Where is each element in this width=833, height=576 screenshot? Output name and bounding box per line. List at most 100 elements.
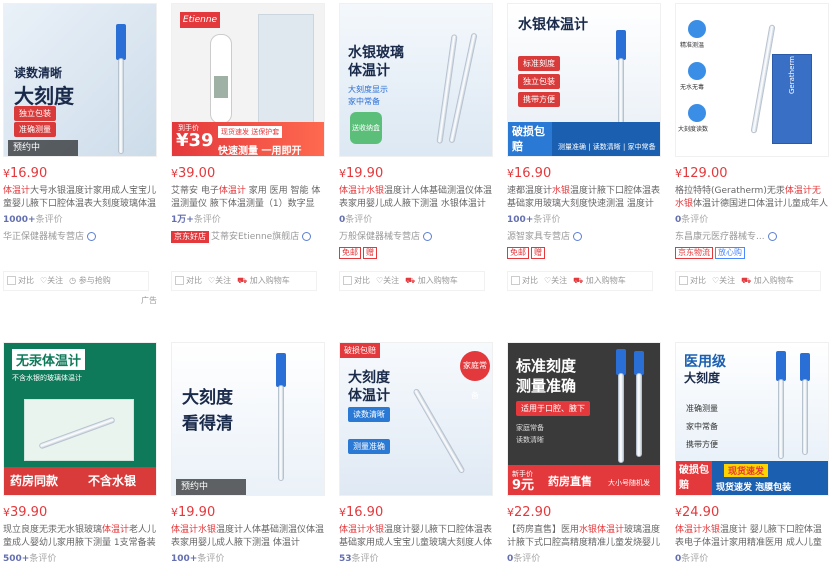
product-card: 大刻度 看得清 预约中 ¥19.90 体温计水银温度计人体基础测温仪体温表家用婴…	[171, 342, 331, 566]
gift-tag: 赠	[363, 247, 377, 259]
follow-button[interactable]: ♡关注	[205, 272, 234, 290]
product-image[interactable]: 水银体温计 标准刻度 独立包装 携带方便 破损包赔 测量准确 | 读数清晰 | …	[507, 3, 661, 157]
operation-bar: 对比 ♡关注 ⛟ 加入购物车	[507, 271, 653, 291]
compare-button[interactable]: 对比	[676, 272, 709, 290]
product-image[interactable]: 大刻度 看得清 预约中	[171, 342, 325, 496]
good-shop-badge: 京东好店	[171, 231, 209, 243]
cart-icon: ⛟	[237, 276, 248, 285]
compare-button[interactable]: 对比	[508, 272, 541, 290]
operation-bar: 对比 ♡关注 ◷ 参与抢购	[3, 271, 149, 291]
product-image[interactable]: 破损包赔 大刻度 体温计 读数清晰 测量准确 家庭常备	[339, 342, 493, 496]
review-count[interactable]: 1000+条评价	[3, 214, 163, 227]
product-image[interactable]: Etienne 到手价 ¥39 现货速发 送保护套 快速测量 一用即开	[171, 3, 325, 157]
product-image[interactable]: 标准刻度 测量准确 适用于口腔、腋下 家庭常备 读数清晰 新手价 9元 药房直售…	[507, 342, 661, 496]
add-to-cart-button[interactable]: ⛟ 加入购物车	[234, 272, 293, 290]
product-image[interactable]: 读数清晰 大刻度 独立包装 准确测量 预约中	[3, 3, 157, 157]
product-image[interactable]: 精准测温 无水无毒 大刻度读数 Geratherm	[675, 3, 829, 157]
product-title[interactable]: 体温计水银温度计人体基础测温仪体温表家用婴儿成人腋下测温 水银体温计 体温	[339, 185, 493, 211]
shop-name[interactable]: 源智家具专营店	[507, 231, 667, 244]
image-text: 现货速发 泡膜包装	[716, 483, 792, 493]
product-price: ¥16.90	[3, 166, 48, 181]
add-to-cart-button[interactable]: ⛟ 加入购物车	[402, 272, 461, 290]
image-text: 9元	[512, 478, 535, 493]
product-price: ¥19.90	[171, 505, 216, 520]
product-title[interactable]: 【药房直售】医用水银体温计玻璃温度计腋下式口腔高精度精准儿童发烧婴儿大家	[507, 524, 661, 550]
brand-logo: Etienne	[180, 12, 220, 28]
product-image[interactable]: 医用级 大刻度 准确测量 家中常备 携带方便 破损包赔 现货速发 现货速发 泡膜…	[675, 342, 829, 496]
image-text: 独立包装	[14, 106, 56, 121]
clock-icon: ◷	[69, 276, 77, 285]
product-title[interactable]: 速都温度计水银温度计腋下口腔体温表基础家用玻璃大刻度快速测温 温度计【35-	[507, 185, 661, 211]
image-text: 独立包装	[518, 74, 560, 89]
product-card: Etienne 到手价 ¥39 现货速发 送保护套 快速测量 一用即开 ¥39.…	[171, 3, 331, 291]
image-text: 无汞体温计	[12, 349, 86, 370]
image-text: 大刻度	[182, 388, 233, 408]
shop-name[interactable]: 万般保健器械专营店	[339, 231, 499, 244]
product-title[interactable]: 体温计大号水银温度计家用成人宝宝儿童婴儿腋下口腔体温表大刻度玻璃体温表快	[3, 185, 157, 211]
product-card: 标准刻度 测量准确 适用于口腔、腋下 家庭常备 读数清晰 新手价 9元 药房直售…	[507, 342, 667, 566]
product-price: ¥22.90	[507, 505, 552, 520]
product-card: 无汞体温计 不含水银的玻璃体温计 药房同款 不含水银 ¥39.90 现立良度无汞…	[3, 342, 163, 566]
image-text: 快速测量 一用即开	[218, 146, 302, 157]
chat-icon[interactable]	[423, 232, 433, 241]
cart-icon: ⛟	[405, 276, 416, 285]
product-grid: 读数清晰 大刻度 独立包装 准确测量 预约中 ¥16.90 体温计大号水银温度计…	[0, 0, 833, 576]
product-title[interactable]: 格拉特特(Geratherm)无汞体温计无水银体温计德国进口体温计儿童成年人家	[675, 185, 829, 211]
compare-button[interactable]: 对比	[172, 272, 205, 290]
review-count[interactable]: 0条评价	[339, 214, 499, 227]
image-text: 测量准确	[348, 439, 390, 454]
product-image[interactable]: 无汞体温计 不含水银的玻璃体温计 药房同款 不含水银	[3, 342, 157, 496]
image-text: 测量准确	[516, 377, 577, 395]
chat-icon[interactable]	[573, 232, 583, 241]
compare-button[interactable]: 对比	[4, 272, 37, 290]
product-title[interactable]: 体温计水银温度计婴儿腋下口腔体温表基础家用成人宝宝儿童玻璃大刻度人体温度	[339, 524, 493, 550]
compare-button[interactable]: 对比	[340, 272, 373, 290]
review-count[interactable]: 100+条评价	[171, 553, 331, 566]
product-price: ¥16.90	[339, 505, 384, 520]
shop-name[interactable]: 京东好店 艾蒂安Etienne旗舰店	[171, 231, 331, 244]
free-shipping-tag: 免邮	[339, 247, 361, 259]
shop-name[interactable]: 东昌康元医疗器械专...	[675, 231, 833, 244]
image-text: 标准刻度	[518, 56, 560, 71]
product-image[interactable]: 水银玻璃 体温计 大刻度显示 家中常备 送收纳盒	[339, 3, 493, 157]
review-count[interactable]: 0条评价	[675, 553, 833, 566]
product-price: ¥39.00	[171, 166, 216, 181]
review-count[interactable]: 500+条评价	[3, 553, 163, 566]
product-card: 读数清晰 大刻度 独立包装 准确测量 预约中 ¥16.90 体温计大号水银温度计…	[3, 3, 163, 305]
cart-icon: ⛟	[741, 276, 752, 285]
review-count[interactable]: 100+条评价	[507, 214, 667, 227]
tag-row: 免邮赠	[507, 247, 667, 261]
image-text: 准确测量	[14, 122, 56, 137]
operation-bar: 对比 ♡关注 ⛟ 加入购物车	[339, 271, 485, 291]
follow-button[interactable]: ♡关注	[709, 272, 738, 290]
add-to-cart-button[interactable]: ⛟ 加入购物车	[570, 272, 629, 290]
chat-icon[interactable]	[302, 232, 312, 241]
review-count[interactable]: 53条评价	[339, 553, 499, 566]
ad-label: 广告	[141, 296, 157, 305]
operation-bar: 对比 ♡关注 ⛟ 加入购物车	[171, 271, 317, 291]
review-count[interactable]: 0条评价	[675, 214, 833, 227]
chat-icon[interactable]	[87, 232, 97, 241]
chat-icon[interactable]	[767, 232, 777, 241]
checkbox-icon	[175, 276, 184, 285]
follow-button[interactable]: ♡关注	[541, 272, 570, 290]
product-title[interactable]: 现立良度无汞无水银玻璃体温计老人儿童成人婴幼儿家用腋下测量 1支常备装 每天	[3, 524, 157, 550]
product-title[interactable]: 体温计水银温度计 婴儿腋下口腔体温表电子体温计家用精准医用 成人儿童体温枪	[675, 524, 829, 550]
brand-logo: Geratherm	[788, 56, 796, 94]
follow-button[interactable]: ♡关注	[373, 272, 402, 290]
shop-name[interactable]: 华正保健器械专营店	[3, 231, 163, 244]
tag-row	[3, 247, 163, 261]
follow-button[interactable]: ♡关注	[37, 272, 66, 290]
free-shipping-tag: 免邮	[507, 247, 529, 259]
flash-sale-button[interactable]: ◷ 参与抢购	[66, 272, 114, 290]
product-title[interactable]: 艾蒂安 电子体温计 家用 医用 智能 体温测量仪 腋下体温测量（1）数字显示，读	[171, 185, 325, 211]
image-text: 不含水银	[88, 474, 137, 488]
add-to-cart-button[interactable]: ⛟ 加入购物车	[738, 272, 797, 290]
image-text: ¥39	[176, 130, 214, 151]
checkbox-icon	[511, 276, 520, 285]
checkbox-icon	[679, 276, 688, 285]
review-count[interactable]: 0条评价	[507, 553, 667, 566]
checkbox-icon	[343, 276, 352, 285]
review-count[interactable]: 1万+条评价	[171, 214, 331, 227]
product-title[interactable]: 体温计水银温度计人体基础测温仪体温表家用婴儿成人腋下测温 体温计	[171, 524, 325, 550]
